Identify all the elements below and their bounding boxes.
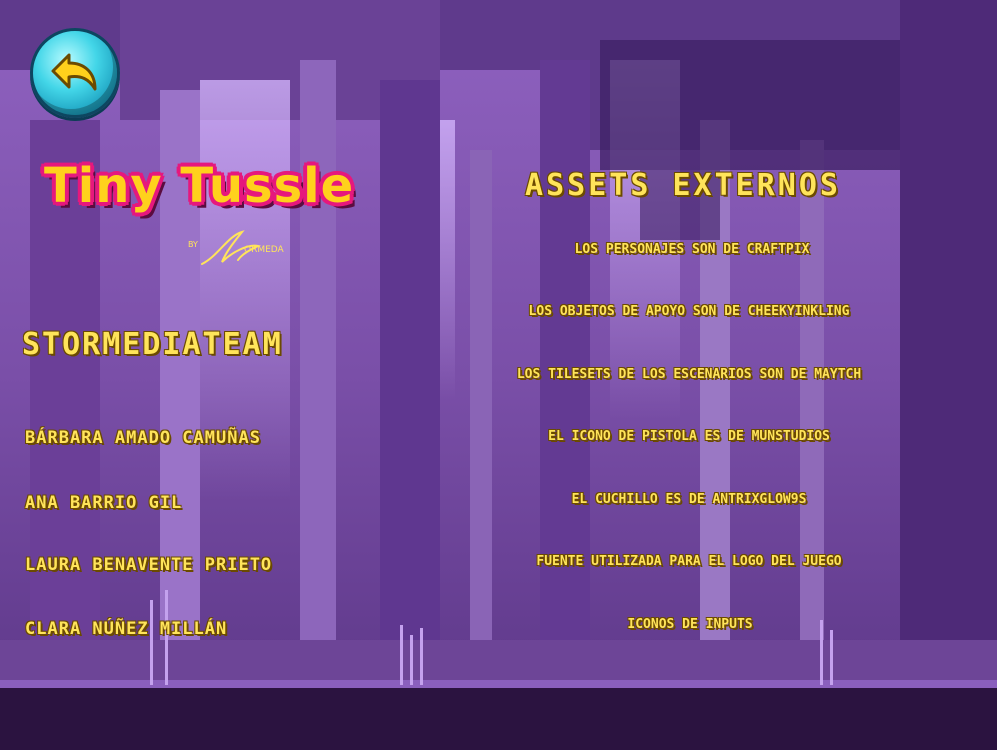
back-arrow-icon <box>51 53 97 91</box>
team-member: ANA BARRIO GIL <box>25 493 183 513</box>
svg-text:ORMEDA: ORMEDA <box>244 245 285 255</box>
asset-credit: EL CUCHILLO ES DE ANTRIXGLOW9S <box>571 492 807 507</box>
asset-credit: LOS OBJETOS DE APOYO SON DE CHEEKYINKLIN… <box>528 304 850 319</box>
asset-credit: LOS TILESETS DE LOS ESCENARIOS SON DE MA… <box>516 367 862 382</box>
assets-title: ASSETS EXTERNOS <box>525 168 841 203</box>
team-title: STORMEDIATEAM <box>22 327 283 362</box>
team-member: BÁRBARA AMADO CAMUÑAS <box>25 428 261 448</box>
asset-credit: LOS PERSONAJES SON DE CRAFTPIX <box>574 242 810 257</box>
asset-credit: EL ICONO DE PISTOLA ES DE MUNSTUDIOS <box>548 429 830 444</box>
asset-credit: FUENTE UTILIZADA PARA EL LOGO DEL JUEGO <box>536 554 842 569</box>
asset-credit: ICONOS DE INPUTS <box>627 617 753 632</box>
back-button[interactable] <box>30 28 120 118</box>
game-logo-title: Tiny Tussle <box>44 158 355 214</box>
logo-by-text: BY <box>188 240 198 249</box>
team-member: LAURA BENAVENTE PRIETO <box>25 555 273 575</box>
team-member: CLARA NÚÑEZ MILLÁN <box>25 619 228 639</box>
studio-signature-logo: ORMEDA <box>201 230 285 265</box>
